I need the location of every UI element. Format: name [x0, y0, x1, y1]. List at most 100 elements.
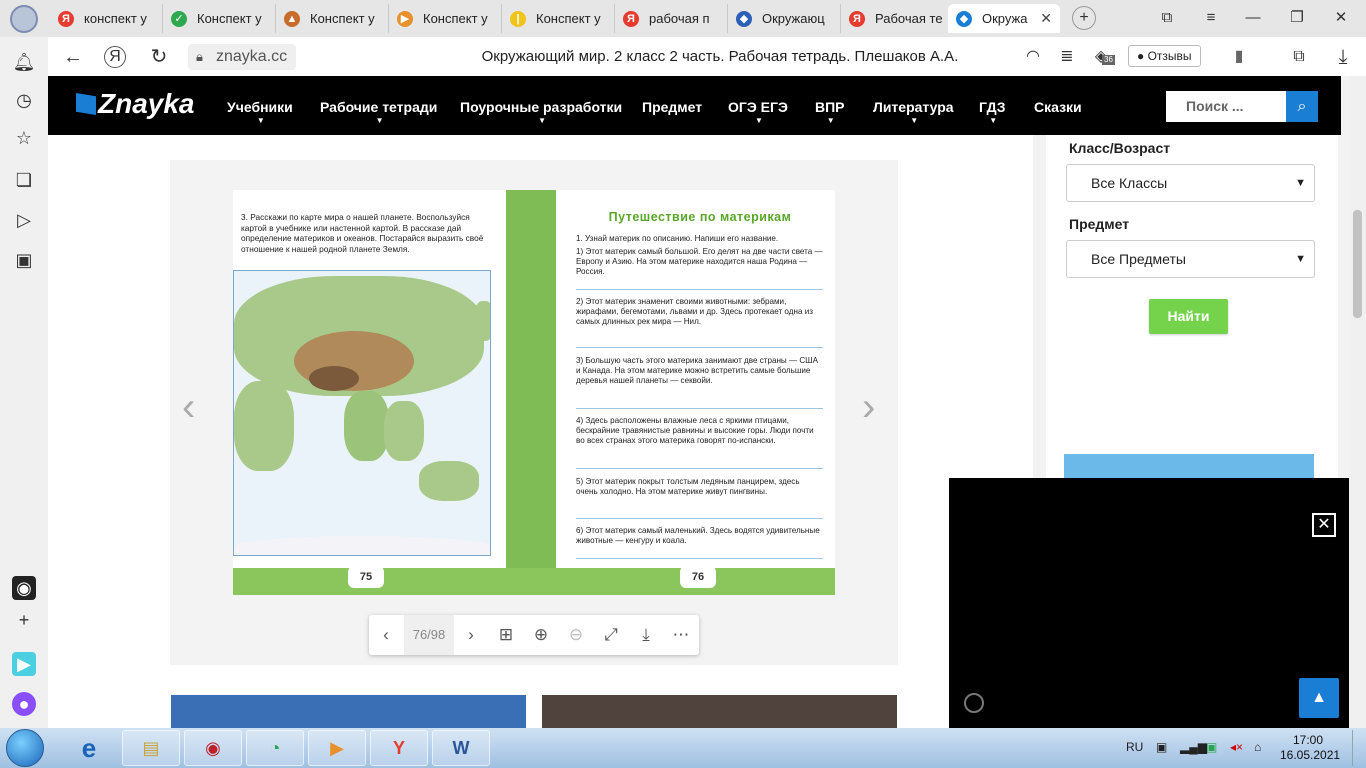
protect-icon[interactable]: ◈ 36 — [1088, 45, 1115, 69]
bell-icon[interactable]: 🔔︎ — [12, 50, 36, 74]
menu-icon[interactable]: ≡ — [1198, 6, 1224, 30]
alice-icon[interactable]: ● — [12, 692, 36, 716]
grid-icon[interactable]: ⊞ — [491, 620, 521, 650]
volume-icon[interactable]: ◂× — [1230, 740, 1243, 754]
language-indicator[interactable]: RU — [1126, 740, 1143, 754]
nav-item[interactable]: ОГЭ ЕГЭ ▼ — [728, 99, 788, 125]
video-thumbnail[interactable] — [542, 695, 897, 728]
browser-tab[interactable]: Яконспект у — [50, 4, 163, 33]
app-icon[interactable]: ◔ — [246, 730, 304, 766]
question-text: 1) Этот материк самый большой. Его делят… — [576, 247, 823, 276]
download-icon[interactable]: ⤓ — [1330, 45, 1356, 69]
lock-icon: 🔒︎ — [196, 49, 203, 64]
browser-tab[interactable]: ✓ Конспект у — [163, 4, 276, 33]
next-page-arrow[interactable]: › — [862, 385, 875, 430]
logo-icon — [76, 93, 96, 115]
reviews-label: Отзывы — [1147, 49, 1192, 63]
browser-tab[interactable]: ▶ Конспект у — [389, 4, 502, 33]
headphones-icon[interactable]: ◠ — [1020, 45, 1046, 69]
next-page-button[interactable]: › — [456, 620, 486, 650]
add-icon[interactable]: + — [12, 608, 36, 632]
profile-avatar[interactable] — [10, 5, 38, 33]
download-page-icon[interactable]: ⤓ — [631, 620, 661, 650]
yandex-browser-icon[interactable]: Y — [370, 730, 428, 766]
answer-line[interactable] — [576, 468, 823, 469]
bookmark-icon[interactable]: ▮ — [1226, 45, 1252, 69]
more-icon[interactable]: ⋯ — [666, 620, 696, 650]
nav-item[interactable]: Предмет — [642, 99, 702, 115]
nav-item[interactable]: ГДЗ ▼ — [979, 99, 1006, 125]
reload-icon[interactable]: ↻ — [146, 45, 172, 69]
close-tab-icon[interactable]: ✕ — [1040, 10, 1052, 27]
extensions-icon[interactable]: ⧉ — [1286, 45, 1312, 69]
start-button[interactable] — [6, 729, 44, 767]
nav-item[interactable]: Рабочие тетради ▼ — [320, 99, 437, 125]
play-icon[interactable]: ▷ — [12, 208, 36, 232]
yandex-button[interactable]: Я — [104, 46, 126, 68]
minimize-icon[interactable]: — — [1240, 6, 1266, 30]
star-icon[interactable]: ☆ — [12, 126, 36, 150]
media-icon[interactable]: ▶ — [308, 730, 366, 766]
close-icon[interactable]: ✕ — [1312, 513, 1336, 537]
browser-tab[interactable]: ▲ Конспект у — [276, 4, 389, 33]
tray-icon[interactable]: ▣ — [1206, 740, 1217, 754]
nav-item[interactable]: Сказки — [1034, 99, 1082, 115]
history-icon[interactable]: ◷ — [12, 88, 36, 112]
answer-line[interactable] — [576, 347, 823, 348]
answer-line[interactable] — [576, 408, 823, 409]
site-logo[interactable]: Znayka — [76, 88, 195, 120]
prev-page-arrow[interactable]: ‹ — [182, 385, 195, 430]
fullscreen-icon[interactable]: ⤢ — [596, 620, 626, 650]
browser-tab[interactable]: Я Рабочая те — [841, 4, 954, 33]
answer-line[interactable] — [576, 289, 823, 290]
nav-item[interactable]: ВПР ▼ — [815, 99, 845, 125]
nav-item[interactable]: Литература ▼ — [873, 99, 954, 125]
task-3-text: 3. Расскажи по карте мира о нашей планет… — [241, 212, 484, 254]
zoom-in-icon[interactable]: ⊕ — [526, 620, 556, 650]
browser-tab[interactable]: ◆ Окружаюц — [728, 4, 841, 33]
zoom-out-icon[interactable]: ⊖ — [561, 620, 591, 650]
zen-icon[interactable]: ▣ — [12, 248, 36, 272]
reader-icon[interactable]: ≣ — [1054, 45, 1080, 69]
video-thumbnail[interactable] — [171, 695, 526, 728]
browser-tab[interactable]: | Конспект у — [502, 4, 615, 33]
subject-select[interactable]: Все Предметы ▼ — [1066, 240, 1315, 278]
nav-item[interactable]: Поурочные разработки ▼ — [460, 99, 622, 125]
browser-tab[interactable]: Ярабочая п — [615, 4, 728, 33]
show-desktop-button[interactable] — [1352, 730, 1364, 766]
app-icon[interactable]: ◉ — [184, 730, 242, 766]
right-page-number: 76 — [680, 566, 716, 588]
clock[interactable]: 17:00 16.05.2021 — [1280, 733, 1340, 763]
answer-line[interactable] — [576, 558, 823, 559]
ie-icon[interactable]: e — [60, 730, 118, 766]
url-field[interactable]: 🔒︎ znayka.cc — [188, 44, 296, 70]
recorder-icon[interactable]: ◉ — [12, 576, 36, 600]
site-search-input[interactable]: Поиск ... — [1166, 91, 1286, 122]
restore-icon[interactable]: ❐ — [1284, 6, 1310, 30]
tray-icon[interactable]: ▣ — [1156, 740, 1167, 754]
page-scrollbar[interactable] — [1350, 76, 1366, 728]
search-icon[interactable]: ⌕ — [1286, 91, 1318, 122]
new-tab-button[interactable]: + — [1072, 6, 1096, 30]
messenger-icon[interactable]: ▶ — [12, 652, 36, 676]
nav-item-label: Сказки — [1034, 99, 1082, 115]
prev-page-button[interactable]: ‹ — [371, 620, 401, 650]
class-select[interactable]: Все Классы ▼ — [1066, 164, 1315, 202]
nav-item[interactable]: Учебники ▼ — [227, 99, 293, 125]
page-counter[interactable]: 76/98 — [404, 615, 454, 655]
chevron-down-icon: ▼ — [754, 116, 763, 125]
collections-icon[interactable]: ❏ — [12, 168, 36, 192]
reviews-button[interactable]: ● Отзывы — [1128, 45, 1201, 67]
back-icon[interactable]: ← — [60, 45, 86, 69]
answer-line[interactable] — [576, 518, 823, 519]
close-window-icon[interactable]: ✕ — [1328, 6, 1354, 30]
scrollbar-thumb[interactable] — [1353, 210, 1362, 318]
network-icon[interactable]: ▂▄▆ — [1180, 740, 1207, 754]
word-icon[interactable]: W — [432, 730, 490, 766]
find-button[interactable]: Найти — [1149, 299, 1228, 334]
scroll-to-top-button[interactable]: ▲ — [1299, 678, 1339, 718]
explorer-icon[interactable]: ▤ — [122, 730, 180, 766]
bookmarks-icon[interactable]: ⧉ — [1154, 6, 1180, 30]
browser-tab[interactable]: ◆ Окружа ✕ — [948, 4, 1060, 33]
tray-icon[interactable]: ⌂ — [1254, 740, 1261, 754]
